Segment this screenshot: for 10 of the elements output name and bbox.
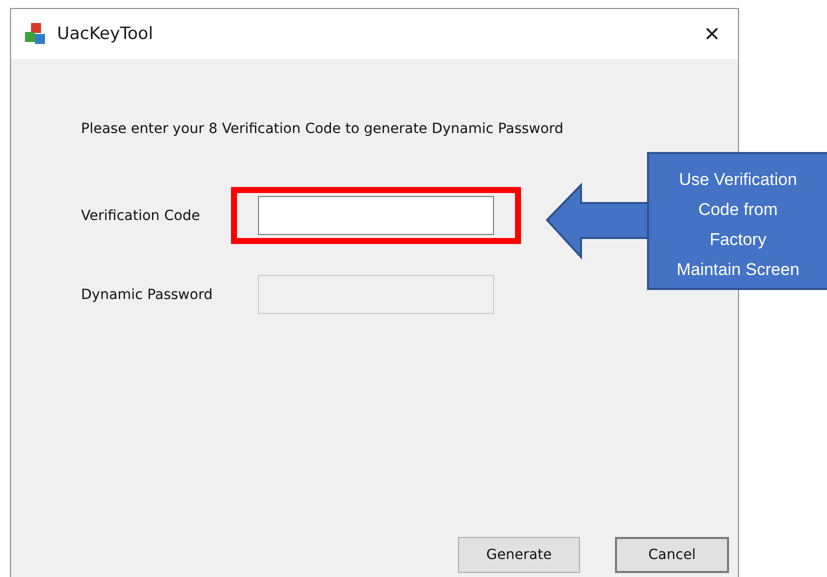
input-field[interactable]: [258, 196, 494, 235]
field-label: Dynamic Password: [81, 286, 214, 302]
field-label: Verification Code: [81, 208, 201, 224]
dialog-button[interactable]: Generate: [458, 537, 580, 573]
callout-box: Use Verification Code from Factory Maintain Screen: [647, 152, 827, 290]
dialog-button[interactable]: Cancel: [615, 537, 729, 573]
instruction-text: Please enter your 8 Verification Code to generate Dynamic Password: [81, 121, 564, 137]
window-title: UacKeyTool: [57, 24, 154, 44]
cubes-icon: [23, 22, 47, 46]
close-button[interactable]: ✕: [692, 21, 732, 47]
